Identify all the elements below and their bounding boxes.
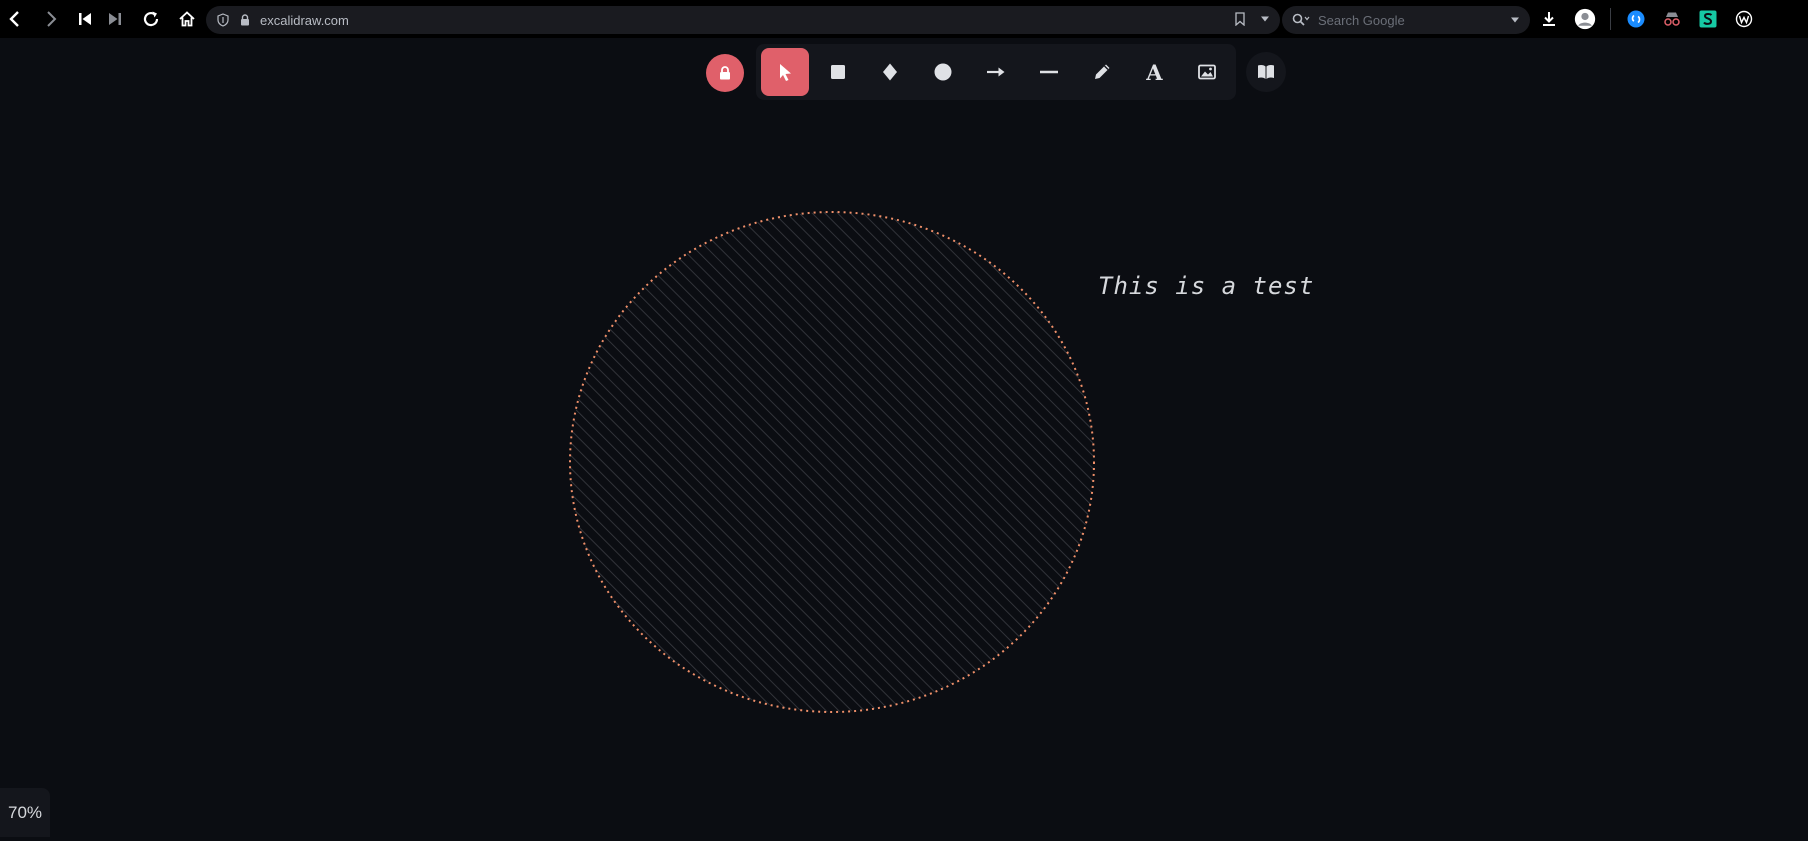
bookmark-icon[interactable]: [1234, 12, 1246, 26]
url-text: excalidraw.com: [260, 12, 349, 28]
tool-image[interactable]: [1183, 48, 1231, 96]
line-icon: [1039, 70, 1058, 74]
chevron-right-icon: [47, 11, 57, 27]
back-button[interactable]: [0, 0, 30, 38]
search-dropdown-icon[interactable]: [1510, 16, 1520, 24]
circle-icon: [934, 63, 952, 81]
tool-draw[interactable]: [1078, 48, 1126, 96]
hatched-ellipse[interactable]: [569, 211, 1095, 713]
fast-forward-button[interactable]: [100, 0, 130, 38]
extension-shazam[interactable]: [1625, 8, 1647, 30]
library-button[interactable]: [1246, 52, 1286, 92]
incognito-icon: [1664, 12, 1680, 26]
extension-s[interactable]: [1697, 8, 1719, 30]
chevron-left-icon: [9, 11, 19, 27]
reload-icon: [143, 11, 159, 27]
diamond-icon: [883, 63, 898, 81]
square-icon: [830, 65, 845, 79]
tool-selection[interactable]: [761, 48, 809, 96]
w-circle-icon: [1735, 10, 1753, 28]
address-bar[interactable]: excalidraw.com: [206, 6, 1280, 34]
canvas-text-element[interactable]: This is a test: [1098, 272, 1314, 300]
shield-icon: [217, 13, 229, 27]
tool-arrow[interactable]: [972, 48, 1020, 96]
zoom-level[interactable]: 70%: [0, 788, 50, 837]
search-icon: [1292, 13, 1310, 26]
canvas-shapes: [569, 211, 1095, 713]
image-icon: [1198, 64, 1217, 80]
shazam-icon: [1627, 10, 1645, 28]
download-icon: [1543, 12, 1555, 26]
tool-diamond[interactable]: [867, 48, 915, 96]
forward-button[interactable]: [36, 0, 66, 38]
arrow-icon: [987, 67, 1005, 77]
home-icon: [179, 11, 195, 27]
toolbar-divider: [1610, 8, 1611, 30]
rewind-icon: [79, 13, 91, 25]
rewind-button[interactable]: [70, 0, 100, 38]
extension-w[interactable]: [1733, 8, 1755, 30]
address-bar-actions: [1234, 12, 1270, 26]
extension-incognito[interactable]: [1661, 8, 1683, 30]
home-button[interactable]: [172, 0, 202, 38]
s-letter-icon: [1699, 10, 1717, 28]
lock-tool-button[interactable]: [706, 54, 744, 92]
search-field[interactable]: Search Google: [1282, 6, 1530, 34]
lock-icon: [241, 14, 249, 26]
tool-rectangle[interactable]: [814, 48, 862, 96]
lock-icon: [720, 66, 730, 80]
dropdown-arrow-icon[interactable]: [1260, 15, 1270, 23]
profile-button[interactable]: [1574, 8, 1596, 30]
search-placeholder: Search Google: [1318, 12, 1405, 28]
cursor-icon: [779, 64, 791, 81]
avatar-icon: [1574, 8, 1596, 30]
pencil-icon: [1094, 64, 1110, 79]
shape-toolbar: A: [756, 44, 1236, 100]
extensions-area: [1538, 0, 1755, 38]
tool-line[interactable]: [1025, 48, 1073, 96]
fast-forward-icon: [109, 13, 121, 25]
reload-button[interactable]: [136, 0, 166, 38]
tool-text[interactable]: A: [1130, 48, 1178, 96]
text-icon: A: [1146, 59, 1163, 85]
tool-ellipse[interactable]: [919, 48, 967, 96]
drawing-canvas[interactable]: This is a test: [0, 38, 1808, 837]
book-icon: [1258, 64, 1274, 79]
downloads-button[interactable]: [1538, 8, 1560, 30]
